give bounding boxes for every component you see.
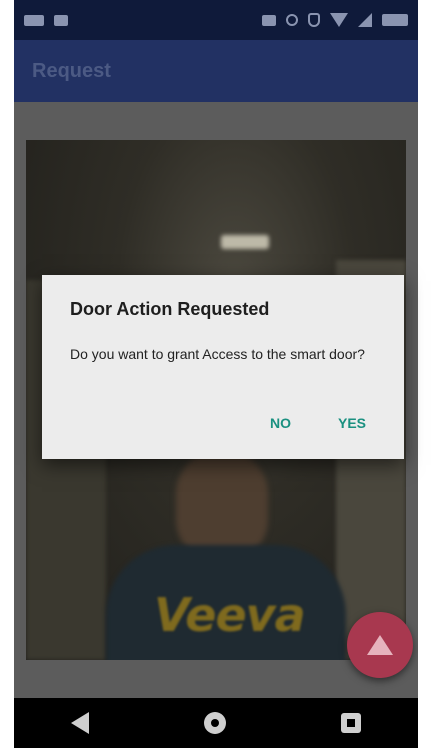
image-notification-icon xyxy=(54,14,68,26)
upload-fab-button[interactable] xyxy=(347,612,413,678)
camera-ceiling-light xyxy=(221,235,269,249)
signal-icon xyxy=(358,13,372,27)
yes-button[interactable]: YES xyxy=(338,415,366,431)
camera-person-head xyxy=(176,450,268,560)
dialog-actions: NO YES xyxy=(270,415,366,431)
sync-icon xyxy=(286,14,298,26)
back-icon[interactable] xyxy=(71,712,90,734)
shield-icon xyxy=(308,13,320,27)
no-button[interactable]: NO xyxy=(270,415,291,431)
notification-icon xyxy=(24,14,44,26)
shirt-logo: Veeva xyxy=(154,588,306,642)
battery-icon xyxy=(382,14,408,26)
status-bar xyxy=(14,0,418,40)
dialog-title: Door Action Requested xyxy=(70,299,270,319)
navigation-bar xyxy=(14,698,418,748)
status-left xyxy=(24,14,68,26)
upload-icon xyxy=(367,635,393,655)
recents-icon[interactable] xyxy=(340,713,361,733)
app-bar: Request xyxy=(14,40,418,102)
wifi-icon xyxy=(330,13,348,27)
dialog-message: Do you want to grant Access to the smart… xyxy=(70,346,365,362)
status-right xyxy=(262,13,408,27)
door-action-dialog: Door Action Requested Do you want to gra… xyxy=(42,275,404,459)
app-title: Request xyxy=(32,59,111,82)
nfc-icon xyxy=(262,14,276,26)
home-icon[interactable] xyxy=(203,712,226,734)
